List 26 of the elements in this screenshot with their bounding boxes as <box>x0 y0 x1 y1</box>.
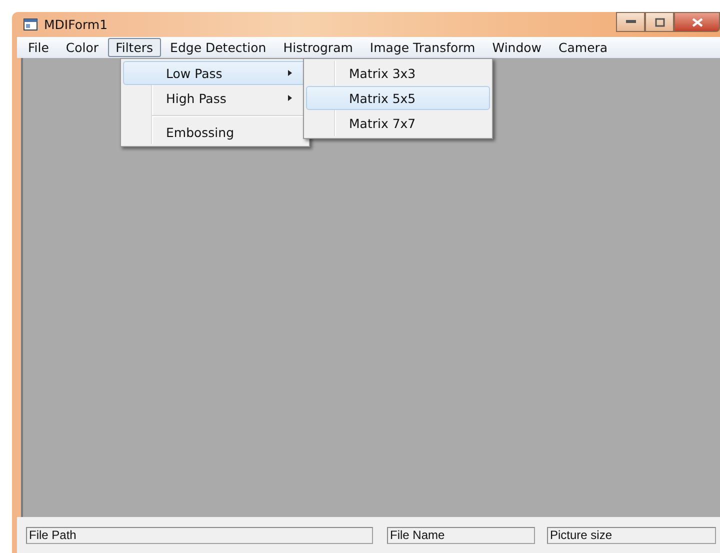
menu[interactable]: Image Transform <box>362 38 484 57</box>
menu[interactable]: Camera <box>550 38 616 57</box>
menu-item[interactable]: Matrix 7x7 <box>306 111 490 135</box>
submenu-arrow-icon <box>288 70 292 76</box>
close-icon <box>692 18 702 26</box>
maximize-icon <box>654 18 664 26</box>
menu-item[interactable]: High Pass <box>123 86 307 110</box>
window-title: MDIForm1 <box>44 17 108 32</box>
submenu-arrow-icon <box>288 95 292 101</box>
menu[interactable]: Filters <box>108 38 162 57</box>
menu[interactable]: Histrogram <box>275 38 361 57</box>
menu-item[interactable]: Matrix 5x5 <box>306 86 490 110</box>
maximize-button[interactable] <box>645 12 674 32</box>
menu[interactable]: Edge Detection <box>162 38 274 57</box>
menu[interactable]: Window <box>484 38 550 57</box>
window-icon <box>23 18 38 31</box>
minimize-icon <box>626 20 636 24</box>
menu-item[interactable]: Matrix 3x3 <box>306 61 490 85</box>
menu-item[interactable]: Embossing <box>123 111 307 143</box>
status-panel: File Name <box>387 526 535 544</box>
status-panel: Picture size <box>547 526 716 544</box>
close-button[interactable] <box>674 12 720 32</box>
menu[interactable]: Color <box>58 38 107 57</box>
status-panel: File Path <box>26 526 373 544</box>
menu[interactable]: File <box>20 38 57 57</box>
minimize-button[interactable] <box>616 12 645 32</box>
